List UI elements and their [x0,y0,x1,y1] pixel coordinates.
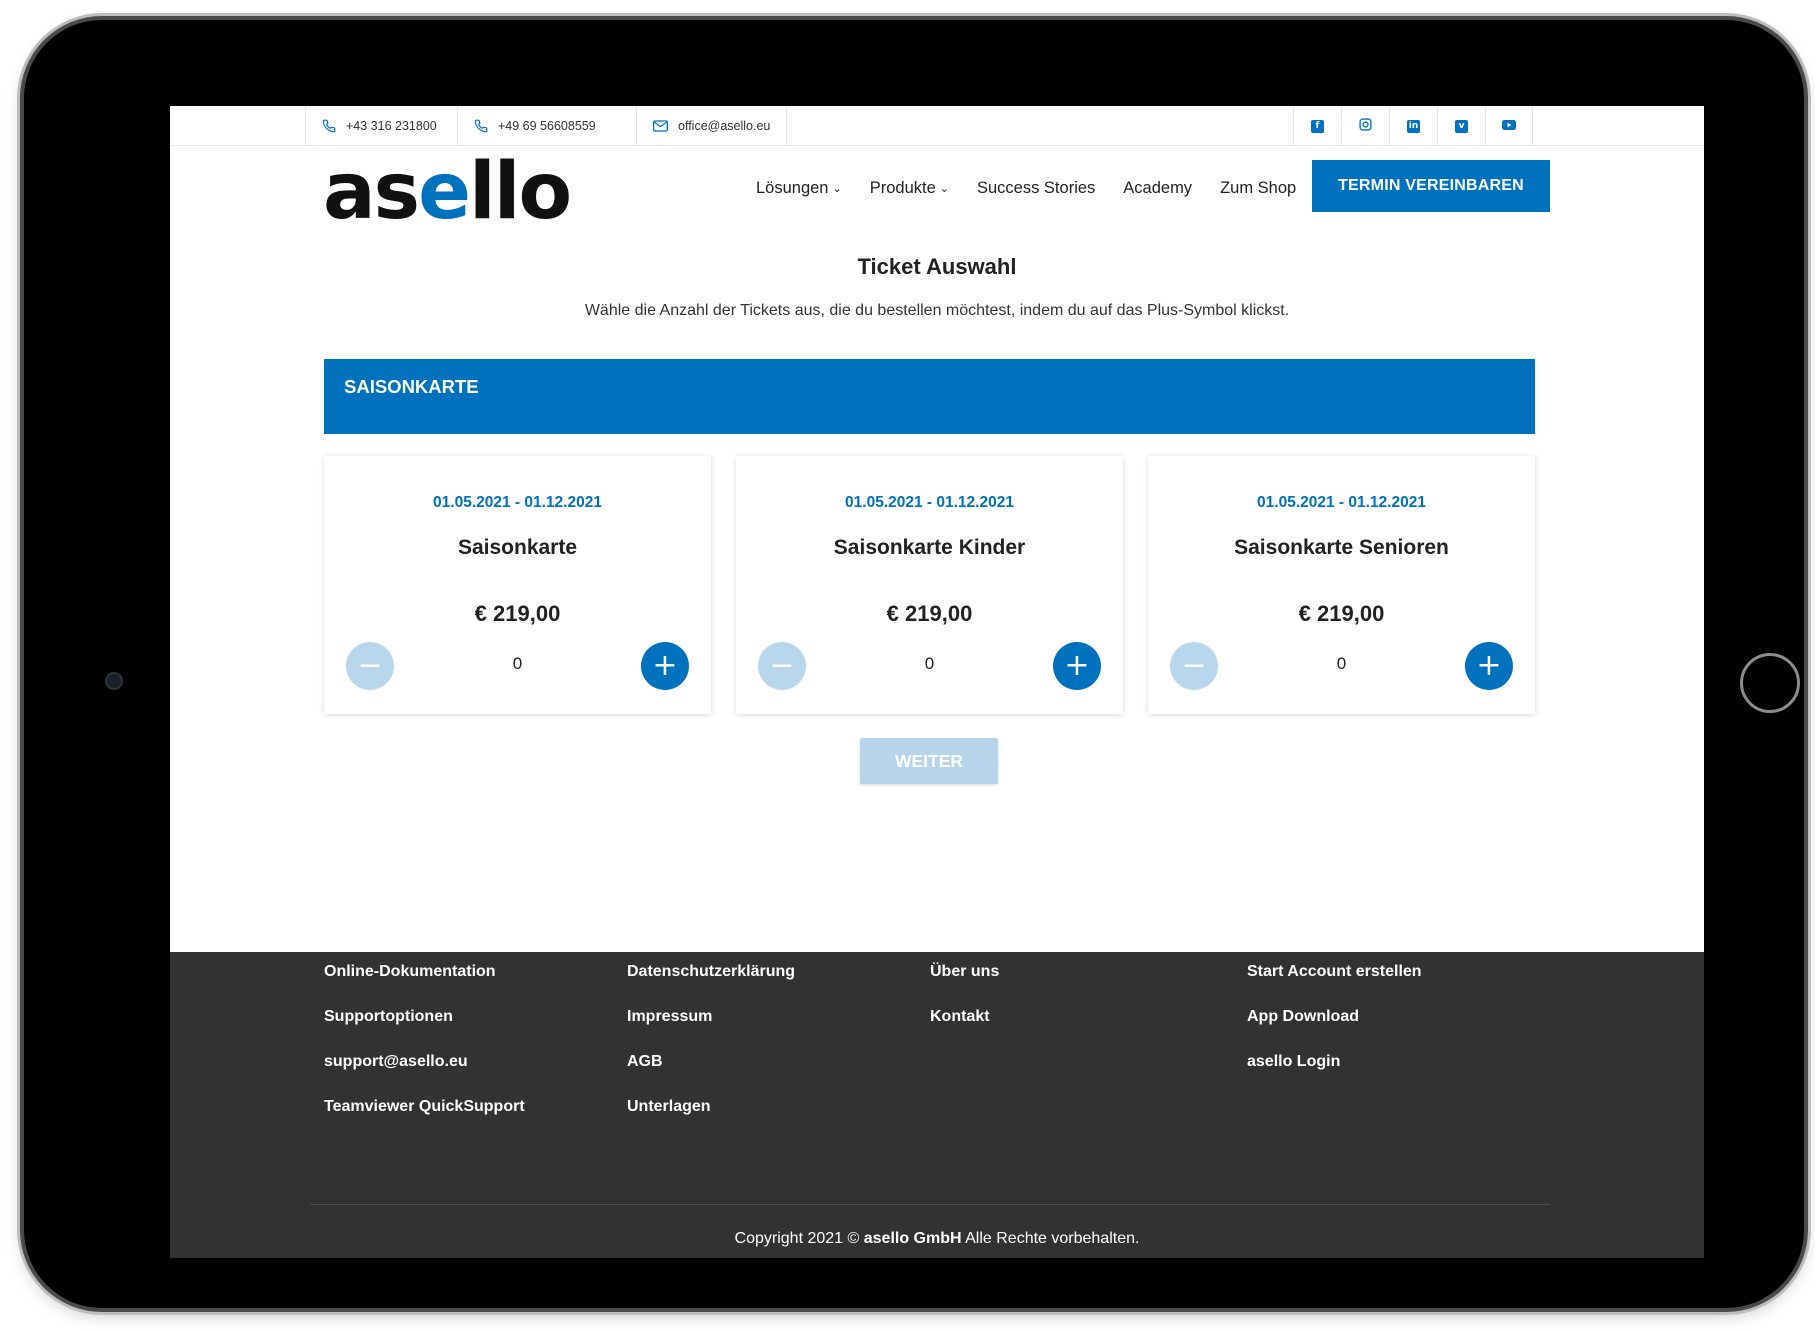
facebook-link[interactable]: f [1293,106,1341,146]
phone-link-2[interactable]: +49 69 56608559 [457,106,612,146]
increase-quantity-button[interactable]: + [1053,642,1101,690]
nav-item-loesungen[interactable]: Lösungen ⌄ [756,179,842,198]
nav-item-success-stories[interactable]: Success Stories [977,179,1095,198]
phone-number-2: +49 69 56608559 [498,119,596,133]
facebook-icon: f [1311,119,1324,133]
instagram-icon [1359,118,1372,134]
nav-item-produkte[interactable]: Produkte ⌄ [870,179,949,198]
page-title: Ticket Auswahl [857,254,1017,279]
ticket-name: Saisonkarte Kinder [833,536,1026,559]
ticket-date: 01.05.2021 - 01.12.2021 [433,494,602,511]
footer-link[interactable]: Über uns [930,952,999,997]
ticket-date: 01.05.2021 - 01.12.2021 [1257,494,1426,511]
plus-icon: + [1064,648,1090,683]
home-button [1740,653,1800,713]
book-appointment-button[interactable]: TERMIN VEREINBAREN [1312,160,1550,212]
ticket-price: € 219,00 [1298,601,1385,626]
nav-item-shop[interactable]: Zum Shop [1220,179,1296,198]
footer-link[interactable]: Supportoptionen [324,997,525,1042]
page-subtitle: Wähle die Anzahl der Tickets aus, die du… [584,302,1290,319]
main-nav: Lösungen ⌄ Produkte ⌄ Success Stories Ac… [756,176,1296,200]
phone-number-1: +43 316 231800 [346,119,437,133]
footer-link[interactable]: Impressum [627,997,795,1042]
increase-quantity-button[interactable]: + [1465,642,1513,690]
footer-link[interactable]: Online-Dokumentation [324,952,525,997]
ticket-card: 01.05.2021 - 01.12.2021 Saisonkarte Seni… [1148,456,1535,714]
footer-divider [310,1204,1550,1205]
footer-link[interactable]: Datenschutzerklärung [627,952,795,997]
tablet-frame: +43 316 231800 +49 69 56608559 office@as… [24,20,1804,1308]
footer-link[interactable]: support@asello.eu [324,1042,525,1087]
ticket-date: 01.05.2021 - 01.12.2021 [845,494,1014,511]
vimeo-link[interactable]: v [1437,106,1485,146]
ticket-card: 01.05.2021 - 01.12.2021 Saisonkarte Kind… [736,456,1123,714]
ticket-card: 01.05.2021 - 01.12.2021 Saisonkarte € 21… [324,456,711,714]
phone-icon [322,119,336,133]
linkedin-icon: in [1407,119,1420,133]
category-title: SAISONKARTE [344,376,479,397]
asello-logo[interactable]: asello [323,152,572,232]
nav-item-academy[interactable]: Academy [1123,179,1192,198]
phone-icon [474,119,488,133]
copyright: Copyright 2021 © asello GmbH Alle Rechte… [734,1230,1140,1247]
youtube-link[interactable] [1485,106,1533,146]
next-button[interactable]: WEITER [860,738,998,784]
chevron-down-icon: ⌄ [832,182,842,195]
email-link[interactable]: office@asello.eu [636,106,788,146]
ticket-price: € 219,00 [886,601,973,626]
footer-link[interactable]: Kontakt [930,997,999,1042]
category-banner: SAISONKARTE [324,359,1535,434]
chevron-down-icon: ⌄ [939,182,949,195]
footer-link[interactable]: Unterlagen [627,1087,795,1132]
footer-link[interactable]: Start Account erstellen [1247,952,1422,997]
ticket-price: € 219,00 [474,601,561,626]
footer-link[interactable]: App Download [1247,997,1422,1042]
company-name: asello GmbH [863,1230,962,1247]
camera-icon [105,672,123,690]
footer-column-account: Start Account erstellen App Download ase… [1247,952,1422,1087]
footer: Online-Dokumentation Supportoptionen sup… [170,952,1704,1258]
footer-link[interactable]: Teamviewer QuickSupport [324,1087,525,1132]
phone-link-1[interactable]: +43 316 231800 [305,106,453,146]
topbar: +43 316 231800 +49 69 56608559 office@as… [170,106,1704,146]
plus-icon: + [652,648,678,683]
footer-column-legal: Datenschutzerklärung Impressum AGB Unter… [627,952,795,1132]
instagram-link[interactable] [1341,106,1389,146]
vimeo-icon: v [1455,119,1468,133]
youtube-icon [1502,119,1516,133]
plus-icon: + [1476,648,1502,683]
email-address: office@asello.eu [678,119,771,133]
footer-column-support: Online-Dokumentation Supportoptionen sup… [324,952,525,1132]
screen: +43 316 231800 +49 69 56608559 office@as… [170,106,1704,1258]
mail-icon [653,120,668,132]
footer-link[interactable]: AGB [627,1042,795,1087]
increase-quantity-button[interactable]: + [641,642,689,690]
footer-link[interactable]: asello Login [1247,1042,1422,1087]
linkedin-link[interactable]: in [1389,106,1437,146]
ticket-name: Saisonkarte [457,536,578,559]
ticket-name: Saisonkarte Senioren [1234,536,1449,559]
footer-column-company: Über uns Kontakt [930,952,999,1042]
